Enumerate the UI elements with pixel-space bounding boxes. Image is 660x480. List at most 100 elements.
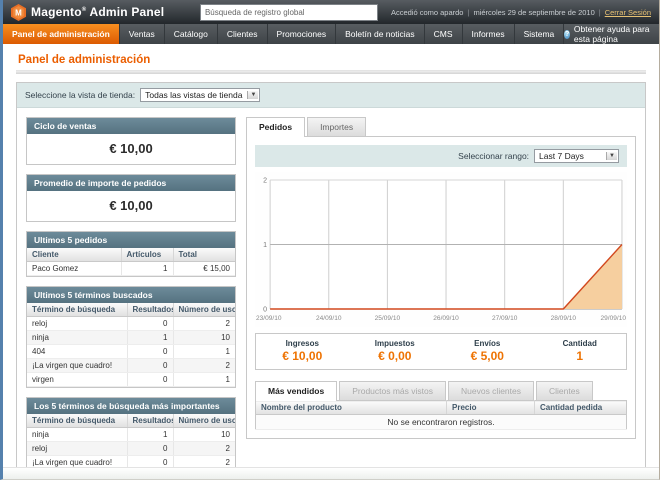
range-value: Last 7 Days [539, 151, 601, 161]
table-row: 40401 [27, 345, 235, 359]
empty-message: No se encontraron registros. [256, 415, 627, 430]
svg-text:0: 0 [263, 307, 267, 314]
global-search-input[interactable] [200, 4, 378, 21]
stat-label: Cantidad [534, 339, 627, 348]
tab-productos-mas-vistos[interactable]: Productos más vistos [339, 381, 446, 400]
svg-text:29/09/10: 29/09/10 [601, 315, 627, 322]
chart-tabs: Pedidos Importes [246, 117, 636, 136]
last-orders-title: Ultimos 5 pedidos [27, 232, 235, 248]
table-cell: 1 [173, 373, 235, 387]
header-user-info: Accedió como apardo | miércoles 29 de se… [383, 8, 651, 17]
svg-text:1: 1 [263, 242, 267, 249]
column-header: Cantidad pedida [535, 401, 627, 415]
tab-pedidos[interactable]: Pedidos [246, 117, 305, 137]
products-table: Nombre del producto Precio Cantidad pedi… [255, 400, 627, 430]
table-cell: 10 [173, 331, 235, 345]
tab-nuevos-clientes[interactable]: Nuevos clientes [448, 381, 534, 400]
table-row: ninja110 [27, 331, 235, 345]
app-header: M Magento® Admin Panel Accedió como apar… [3, 0, 659, 24]
chevron-down-icon: ▼ [606, 152, 617, 160]
table-cell: reloj [27, 317, 127, 331]
products-table-wrap: Nombre del producto Precio Cantidad pedi… [255, 400, 627, 430]
table-cell: 2 [173, 317, 235, 331]
table-cell: virgen [27, 373, 127, 387]
tab-clientes[interactable]: Clientes [536, 381, 593, 400]
column-header: Nombre del producto [256, 401, 447, 415]
stat-value: € 10,00 [256, 349, 349, 363]
column-header: Precio [447, 401, 535, 415]
column-header: Número de usos [173, 414, 235, 428]
stat-impuestos: Impuestos € 0,00 [349, 339, 442, 363]
last-search-table: Término de búsqueda Resultados Número de… [27, 303, 235, 387]
column-header: Número de usos [173, 303, 235, 317]
table-cell: ninja [27, 331, 127, 345]
range-select[interactable]: Last 7 Days ▼ [534, 149, 619, 163]
table-header-row: Término de búsqueda Resultados Número de… [27, 303, 235, 317]
column-header: Artículos [121, 248, 173, 262]
nav-item-sistema[interactable]: Sistema [515, 24, 565, 44]
table-row: Paco Gomez1€ 15,00 [27, 262, 235, 276]
title-divider [16, 70, 646, 74]
column-header: Cliente [27, 248, 121, 262]
logout-link[interactable]: Cerrar Sesión [605, 8, 651, 17]
table-cell: 404 [27, 345, 127, 359]
store-view-value: Todas las vistas de tienda [145, 90, 242, 100]
table-cell: 2 [173, 442, 235, 456]
nav-item-informes[interactable]: Informes [463, 24, 515, 44]
orders-chart-svg: 01223/09/1024/09/1025/09/1026/09/1027/09… [255, 172, 627, 322]
nav-item-dashboard[interactable]: Panel de administración [3, 24, 120, 44]
range-bar: Seleccionar rango: Last 7 Days ▼ [255, 145, 627, 167]
column-header: Término de búsqueda [27, 414, 127, 428]
nav-item-boletin[interactable]: Boletín de noticias [336, 24, 424, 44]
avg-order-title: Promedio de importe de pedidos [27, 175, 235, 191]
table-cell: reloj [27, 442, 127, 456]
date-text: miércoles 29 de septiembre de 2010 [473, 8, 594, 17]
help-link[interactable]: ? Obtener ayuda para esta página [564, 24, 659, 44]
tab-importes[interactable]: Importes [307, 117, 366, 136]
page-title: Panel de administración [18, 54, 644, 66]
sales-cycle-title: Ciclo de ventas [27, 118, 235, 134]
brand-title: Magento® Admin Panel [31, 5, 164, 19]
admin-window: M Magento® Admin Panel Accedió como apar… [0, 0, 660, 480]
table-cell: 0 [127, 317, 173, 331]
table-row: reloj02 [27, 317, 235, 331]
nav-item-cms[interactable]: CMS [425, 24, 463, 44]
table-header-row: Cliente Artículos Total [27, 248, 235, 262]
content-area: Panel de administración Seleccione la vi… [3, 44, 659, 480]
orders-chart: 01223/09/1024/09/1025/09/1026/09/1027/09… [255, 172, 627, 327]
avg-order-panel: Promedio de importe de pedidos € 10,00 [26, 174, 236, 222]
stat-value: 1 [534, 349, 627, 363]
table-row: ¡La virgen que cuadro!02 [27, 359, 235, 373]
svg-text:2: 2 [263, 178, 267, 185]
nav-item-clientes[interactable]: Clientes [218, 24, 268, 44]
column-header: Resultados [127, 303, 173, 317]
table-cell: Paco Gomez [27, 262, 121, 276]
sales-cycle-panel: Ciclo de ventas € 10,00 [26, 117, 236, 165]
products-tabs: Más vendidos Productos más vistos Nuevos… [255, 381, 627, 400]
table-cell: 1 [121, 262, 173, 276]
store-view-select[interactable]: Todas las vistas de tienda ▼ [140, 88, 260, 102]
table-cell: 2 [173, 359, 235, 373]
table-cell: 0 [127, 359, 173, 373]
table-cell: 10 [173, 428, 235, 442]
range-label: Seleccionar rango: [458, 151, 529, 161]
table-cell: € 15,00 [173, 262, 235, 276]
stat-label: Envíos [441, 339, 534, 348]
chart-panel: Seleccionar rango: Last 7 Days ▼ 01223/0… [246, 136, 636, 439]
window-footer [3, 467, 659, 479]
svg-text:24/09/10: 24/09/10 [316, 315, 342, 322]
magento-logo-icon: M [11, 4, 26, 21]
stat-value: € 5,00 [441, 349, 534, 363]
dashboard-sidebar: Ciclo de ventas € 10,00 Promedio de impo… [26, 117, 236, 480]
table-header-row: Término de búsqueda Resultados Número de… [27, 414, 235, 428]
stat-ingresos: Ingresos € 10,00 [256, 339, 349, 363]
stat-label: Ingresos [256, 339, 349, 348]
tab-mas-vendidos[interactable]: Más vendidos [255, 381, 337, 401]
totals-bar: Ingresos € 10,00 Impuestos € 0,00 Envíos… [255, 333, 627, 370]
table-row: reloj02 [27, 442, 235, 456]
nav-item-ventas[interactable]: Ventas [120, 24, 165, 44]
nav-item-promociones[interactable]: Promociones [268, 24, 337, 44]
table-cell: ninja [27, 428, 127, 442]
nav-item-catalogo[interactable]: Catálogo [165, 24, 218, 44]
last-search-panel: Ultimos 5 términos buscados Término de b… [26, 286, 236, 388]
